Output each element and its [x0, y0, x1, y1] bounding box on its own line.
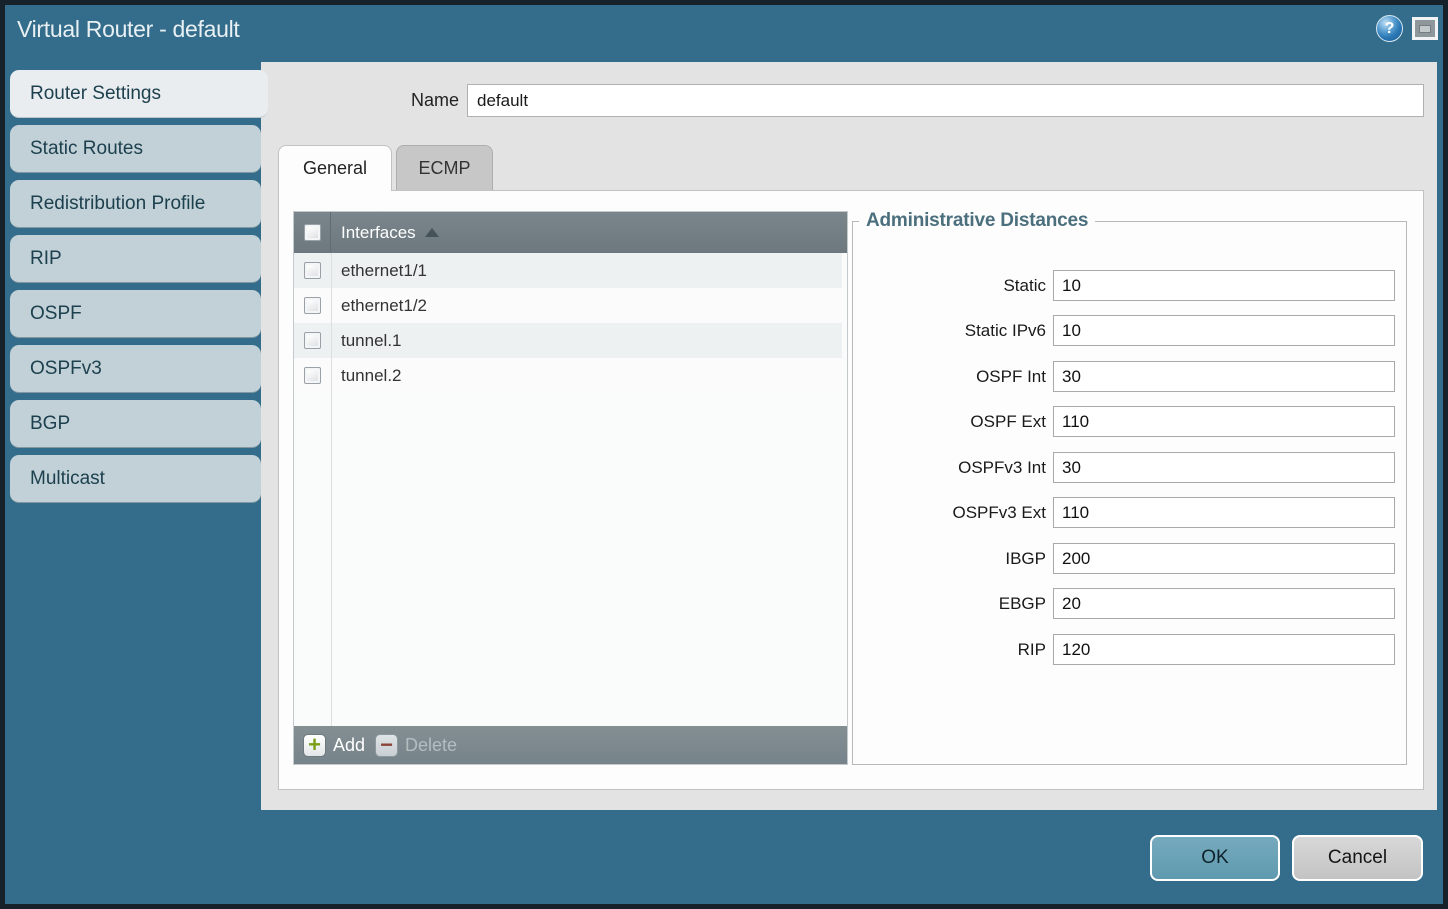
rip-label: RIP [853, 634, 1046, 665]
select-all-checkbox[interactable] [304, 224, 321, 241]
table-row-ethernet1-1[interactable]: ethernet1/1 [294, 253, 842, 288]
ospf-int-label: OSPF Int [853, 361, 1046, 392]
sidebar-item-redistribution-profile[interactable]: Redistribution Profile [10, 180, 261, 228]
row-checkbox-cell [294, 262, 331, 279]
column-divider [331, 253, 332, 726]
field-row: Static [853, 270, 1406, 301]
cancel-button-label: Cancel [1328, 847, 1387, 869]
tab-general[interactable]: General [278, 145, 392, 191]
dialog-title: Virtual Router - default [17, 16, 240, 43]
ospfv3-ext-label: OSPFv3 Ext [853, 497, 1046, 528]
table-row-ethernet1-2[interactable]: ethernet1/2 [294, 288, 842, 323]
ok-button[interactable]: OK [1150, 835, 1280, 881]
virtual-router-dialog: Virtual Router - default ? Router Settin… [0, 0, 1448, 909]
row-checkbox[interactable] [304, 297, 321, 314]
select-all-cell [294, 212, 331, 253]
minus-icon: − [375, 734, 398, 757]
table-toolbar: + Add − Delete [294, 726, 847, 764]
row-checkbox[interactable] [304, 367, 321, 384]
add-button[interactable]: + Add [303, 734, 365, 757]
static-label: Static [853, 270, 1046, 301]
sidebar-item-ospfv3[interactable]: OSPFv3 [10, 345, 261, 393]
sidebar-item-label: RIP [30, 248, 62, 270]
ospf-int-distance-input[interactable] [1053, 361, 1395, 392]
interface-name: ethernet1/1 [341, 261, 427, 281]
name-label: Name [300, 90, 459, 111]
tab-label: General [303, 158, 367, 179]
field-row: IBGP [853, 543, 1406, 574]
interface-name: tunnel.2 [341, 366, 402, 386]
admin-distances-fieldset: Administrative Distances Static Static I… [852, 210, 1407, 765]
interface-name: tunnel.1 [341, 331, 402, 351]
ospfv3-int-label: OSPFv3 Int [853, 452, 1046, 483]
tab-label: ECMP [418, 158, 470, 179]
interface-name: ethernet1/2 [341, 296, 427, 316]
sidebar-item-rip[interactable]: RIP [10, 235, 261, 283]
help-glyph: ? [1385, 20, 1395, 38]
plus-icon: + [303, 734, 326, 757]
field-row: OSPF Ext [853, 406, 1406, 437]
window-dock-icon[interactable] [1412, 17, 1438, 40]
admin-distances-legend: Administrative Distances [859, 210, 1095, 232]
ok-button-label: OK [1201, 847, 1228, 869]
static-distance-input[interactable] [1053, 270, 1395, 301]
row-checkbox-cell [294, 297, 331, 314]
static-ipv6-label: Static IPv6 [853, 315, 1046, 346]
name-input[interactable] [467, 84, 1424, 117]
ebgp-label: EBGP [853, 588, 1046, 619]
help-icon[interactable]: ? [1376, 15, 1403, 42]
table-row-tunnel-2[interactable]: tunnel.2 [294, 358, 842, 393]
ospf-ext-label: OSPF Ext [853, 406, 1046, 437]
interfaces-body: ethernet1/1 ethernet1/2 tunnel.1 tunnel.… [294, 253, 847, 726]
field-row: RIP [853, 634, 1406, 665]
field-row: OSPFv3 Ext [853, 497, 1406, 528]
ibgp-label: IBGP [853, 543, 1046, 574]
sort-ascending-icon [425, 228, 439, 237]
rip-distance-input[interactable] [1053, 634, 1395, 665]
ospfv3-ext-distance-input[interactable] [1053, 497, 1395, 528]
delete-button-label: Delete [405, 735, 457, 756]
ospf-ext-distance-input[interactable] [1053, 406, 1395, 437]
table-row-tunnel-1[interactable]: tunnel.1 [294, 323, 842, 358]
interfaces-header[interactable]: Interfaces [294, 212, 847, 253]
add-button-label: Add [333, 735, 365, 756]
sidebar-item-label: Multicast [30, 468, 105, 490]
row-checkbox-cell [294, 367, 331, 384]
field-row: Static IPv6 [853, 315, 1406, 346]
field-row: EBGP [853, 588, 1406, 619]
interfaces-header-label: Interfaces [341, 223, 416, 243]
ebgp-distance-input[interactable] [1053, 588, 1395, 619]
sidebar-item-label: Static Routes [30, 138, 143, 160]
sidebar: Router Settings Static Routes Redistribu… [10, 70, 261, 503]
sidebar-item-label: Redistribution Profile [30, 193, 205, 215]
field-row: OSPF Int [853, 361, 1406, 392]
delete-button[interactable]: − Delete [375, 734, 457, 757]
sidebar-item-label: Router Settings [30, 83, 161, 105]
row-checkbox[interactable] [304, 262, 321, 279]
cancel-button[interactable]: Cancel [1292, 835, 1423, 881]
sidebar-item-static-routes[interactable]: Static Routes [10, 125, 261, 173]
sidebar-item-label: OSPFv3 [30, 358, 102, 380]
ospfv3-int-distance-input[interactable] [1053, 452, 1395, 483]
row-checkbox-cell [294, 332, 331, 349]
static-ipv6-distance-input[interactable] [1053, 315, 1395, 346]
sidebar-item-label: OSPF [30, 303, 82, 325]
sidebar-item-ospf[interactable]: OSPF [10, 290, 261, 338]
sidebar-item-bgp[interactable]: BGP [10, 400, 261, 448]
ibgp-distance-input[interactable] [1053, 543, 1395, 574]
tab-ecmp[interactable]: ECMP [396, 145, 493, 190]
sidebar-item-multicast[interactable]: Multicast [10, 455, 261, 503]
window-dock-icon-inner [1419, 25, 1431, 33]
interfaces-table: Interfaces ethernet1/1 ethernet1/2 tunne… [293, 211, 848, 765]
sidebar-item-label: BGP [30, 413, 70, 435]
field-row: OSPFv3 Int [853, 452, 1406, 483]
sidebar-item-router-settings[interactable]: Router Settings [10, 70, 268, 118]
row-checkbox[interactable] [304, 332, 321, 349]
